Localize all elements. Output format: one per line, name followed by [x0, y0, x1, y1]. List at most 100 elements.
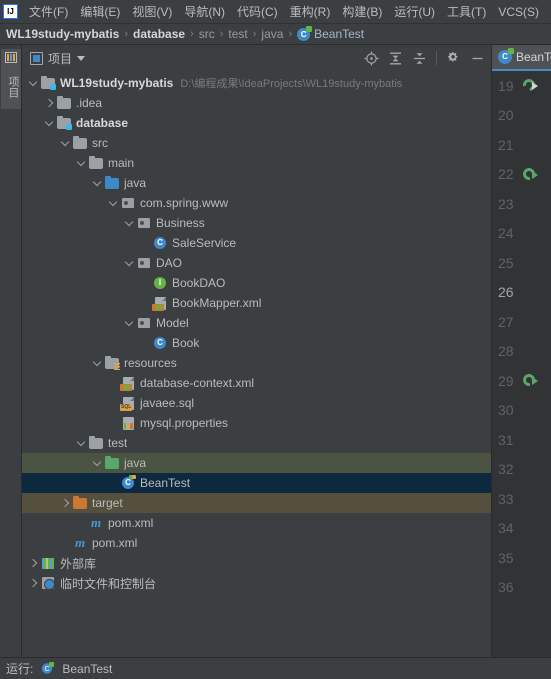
- tree-node[interactable]: Model: [22, 313, 491, 333]
- status-run-label: 运行:: [6, 662, 34, 676]
- tree-node-label: WL19study-mybatis: [60, 76, 174, 90]
- tree-node-label: Business: [156, 216, 205, 230]
- editor-line: 21: [492, 130, 551, 160]
- menu-item-code[interactable]: 代码(C): [231, 1, 284, 22]
- resources-folder-icon: [104, 355, 120, 371]
- menu-item-refactor[interactable]: 重构(R): [284, 1, 337, 22]
- tree-node[interactable]: com.spring.www: [22, 193, 491, 213]
- menu-item-view[interactable]: 视图(V): [126, 1, 178, 22]
- package-icon: [136, 215, 152, 231]
- tree-node[interactable]: C BeanTest: [22, 473, 491, 493]
- menu-item-edit[interactable]: 编辑(E): [74, 1, 126, 22]
- line-number: 34: [498, 520, 514, 537]
- chevron-right-icon[interactable]: [28, 558, 39, 569]
- chevron-down-icon[interactable]: [92, 358, 103, 369]
- tree-node[interactable]: I BookDAO: [22, 273, 491, 293]
- tree-node[interactable]: target: [22, 493, 491, 513]
- editor-gutter[interactable]: 19 20 21 22 23 24 25 26 27 28 29 30 31 32 33 34 35 36: [492, 71, 551, 657]
- folder-icon: [88, 155, 104, 171]
- chevron-down-icon[interactable]: [76, 438, 87, 449]
- tree-node-label: mysql.properties: [140, 416, 229, 430]
- tree-node[interactable]: 外部库: [22, 553, 491, 573]
- chevron-down-icon[interactable]: [108, 198, 119, 209]
- line-number: 22: [498, 166, 514, 183]
- chevron-down-icon[interactable]: [124, 258, 135, 269]
- chevron-right-icon[interactable]: [28, 578, 39, 589]
- breadcrumb-item-java[interactable]: java: [261, 27, 283, 41]
- tree-node[interactable]: database-context.xml: [22, 373, 491, 393]
- tree-node[interactable]: test: [22, 433, 491, 453]
- tree-node[interactable]: WL19study-mybatis D:\编程成果\IdeaProjects\WL…: [22, 73, 491, 93]
- spring-xml-file-icon: [120, 375, 136, 391]
- tree-node[interactable]: src: [22, 133, 491, 153]
- tree-node[interactable]: resources: [22, 353, 491, 373]
- chevron-down-icon[interactable]: [44, 118, 55, 129]
- menu-item-vcs[interactable]: VCS(S): [492, 3, 545, 21]
- tree-node[interactable]: Business: [22, 213, 491, 233]
- folder-icon: [72, 135, 88, 151]
- folder-icon: [88, 435, 104, 451]
- menu-item-build[interactable]: 构建(B): [336, 1, 388, 22]
- chevron-right-icon[interactable]: [44, 98, 55, 109]
- chevron-down-icon[interactable]: [92, 178, 103, 189]
- collapse-all-icon[interactable]: [412, 51, 427, 66]
- source-root-folder-icon: [104, 175, 120, 191]
- breadcrumb-item-test[interactable]: test: [228, 27, 247, 41]
- breadcrumb-item-src[interactable]: src: [199, 27, 215, 41]
- expand-all-icon[interactable]: [388, 51, 403, 66]
- hide-icon[interactable]: [470, 51, 485, 66]
- chevron-down-icon[interactable]: [28, 78, 39, 89]
- editor-line: 26: [492, 278, 551, 308]
- chevron-down-icon[interactable]: [77, 55, 86, 61]
- breadcrumb-item-module[interactable]: database: [133, 27, 185, 41]
- line-number: 36: [498, 579, 514, 596]
- breadcrumb-item-project[interactable]: WL19study-mybatis: [6, 27, 119, 41]
- editor-tab-beantest[interactable]: BeanTest: [492, 45, 551, 71]
- locate-icon[interactable]: [364, 51, 379, 66]
- breadcrumb-separator: ›: [124, 28, 129, 40]
- project-tree[interactable]: WL19study-mybatis D:\编程成果\IdeaProjects\WL…: [22, 71, 491, 657]
- tree-node[interactable]: java: [22, 173, 491, 193]
- tree-node[interactable]: main: [22, 153, 491, 173]
- breadcrumb-separator: ›: [288, 28, 293, 40]
- run-class-gutter-icon[interactable]: [520, 76, 538, 94]
- run-test-gutter-icon[interactable]: [520, 371, 538, 389]
- tree-node[interactable]: 临时文件和控制台: [22, 573, 491, 593]
- tree-node[interactable]: DAO: [22, 253, 491, 273]
- chevron-down-icon[interactable]: [76, 158, 87, 169]
- menu-item-tools[interactable]: 工具(T): [441, 1, 492, 22]
- tree-node-label: Book: [172, 336, 200, 350]
- chevron-down-icon[interactable]: [124, 218, 135, 229]
- menu-item-run[interactable]: 运行(U): [388, 1, 441, 22]
- tree-node-label: Model: [156, 316, 189, 330]
- chevron-down-icon[interactable]: [124, 318, 135, 329]
- tree-node[interactable]: C SaleService: [22, 233, 491, 253]
- tree-node[interactable]: mysql.properties: [22, 413, 491, 433]
- sidebar-tab-project[interactable]: 项目: [1, 49, 21, 109]
- tree-node[interactable]: BookMapper.xml: [22, 293, 491, 313]
- project-panel-title: 项目: [48, 51, 73, 66]
- editor-line: 33: [492, 484, 551, 514]
- menu-item-file[interactable]: 文件(F): [23, 1, 74, 22]
- tree-node[interactable]: java: [22, 453, 491, 473]
- run-test-gutter-icon[interactable]: [520, 165, 538, 183]
- chevron-down-icon[interactable]: [92, 458, 103, 469]
- settings-gear-icon[interactable]: [446, 51, 461, 66]
- test-source-root-folder-icon: [104, 455, 120, 471]
- tree-node-label: test: [108, 436, 128, 450]
- breadcrumb-item-beantest[interactable]: BeanTest: [314, 27, 364, 41]
- tree-node[interactable]: m pom.xml: [22, 533, 491, 553]
- line-number: 33: [498, 490, 514, 507]
- tree-node[interactable]: C Book: [22, 333, 491, 353]
- tree-node[interactable]: database: [22, 113, 491, 133]
- tree-node-label: target: [92, 496, 123, 510]
- chevron-down-icon[interactable]: [60, 138, 71, 149]
- editor-line: 28: [492, 337, 551, 367]
- tree-node[interactable]: m pom.xml: [22, 513, 491, 533]
- tree-node[interactable]: .idea: [22, 93, 491, 113]
- tree-node[interactable]: SQL javaee.sql: [22, 393, 491, 413]
- line-number: 24: [498, 225, 514, 242]
- menu-item-navigate[interactable]: 导航(N): [178, 1, 231, 22]
- chevron-right-icon[interactable]: [60, 498, 71, 509]
- line-number: 32: [498, 461, 514, 478]
